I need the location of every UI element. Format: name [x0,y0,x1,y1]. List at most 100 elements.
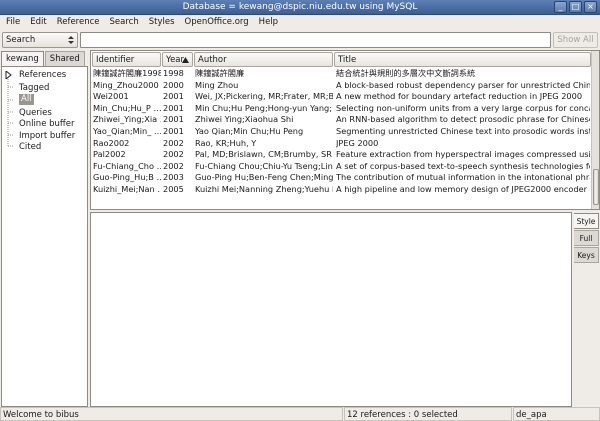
table-cell-identifier: 陳鐘誠許閣廉1998 [93,68,161,78]
table-row[interactable]: Guo-Ping_Hu;B … 2003 Guo-Ping Hu;Ben-Feng … [91,172,591,184]
table-row[interactable]: 陳鐘誠許閣廉1998 1998 陳鐘誠許閣廉 結合統計與規則的多層次中文斷詞系統 [91,68,591,80]
tree-item-all[interactable]: All [2,94,87,106]
scrollbar-thumb[interactable] [593,169,599,205]
reference-tree: References Tagged All Queries Online buf… [1,66,88,407]
table-cell-year: 2001 [163,91,184,102]
search-input[interactable] [80,32,551,48]
reference-table: Identifier Year Author Title 陳鐘誠許閣廉1998 1… [90,50,600,210]
table-cell-year: 2001 [163,126,184,136]
tree-item-label: Queries [19,108,52,118]
tab-keys[interactable]: Keys [574,247,599,263]
tree-item-label: References [19,70,67,80]
menu-file[interactable]: File [1,15,25,30]
tree-item-label: Online buffer [19,119,75,129]
updown-arrow-icon [68,36,74,44]
table-row[interactable]: Yao_Qian;Min_ … 2001 Yao Qian;Min Chu;Hu P… [91,126,591,138]
table-cell-title: 結合統計與規則的多層次中文斷詞系統 [336,68,476,78]
window-titlebar: Database = kewang@dspic.niu.edu.tw using… [0,0,600,15]
table-cell-identifier: Kuizhi_Mei;Nan … [93,184,161,194]
table-cell-author: Guo-Ping Hu;Ben-Feng Chen;Ming … [195,172,333,183]
table-row[interactable]: Pal2002 2002 Pal, MD;Brislawn, CM;Brumby, … [91,149,591,161]
table-row[interactable]: Fu-Chiang_Cho … 2002 Fu-Chiang Chou;Chiu-Y… [91,161,591,173]
column-header-year[interactable]: Year [162,52,193,67]
close-button[interactable]: × [584,1,597,13]
table-cell-author: Wei, JX;Pickering, MR;Frater, MR;B … [195,91,333,102]
column-header-author[interactable]: Author [194,52,333,67]
table-cell-identifier: Guo-Ping_Hu;B … [93,172,161,183]
table-cell-author: Kuizhi Mei;Nanning Zheng;Yuehu Liu [195,184,333,194]
table-cell-year: 2000 [163,79,184,90]
table-cell-identifier: Rao2002 [93,137,130,148]
expander-arrow-icon[interactable] [5,71,12,79]
table-row[interactable]: Ming_Zhou2000 2000 Ming Zhou A block-based … [91,80,591,92]
table-cell-year: 2002 [163,160,184,171]
reference-detail-pane [90,212,572,407]
table-row[interactable]: Wei2001 2001 Wei, JX;Pickering, MR;Frater,… [91,91,591,103]
menu-styles[interactable]: Styles [144,15,180,30]
table-cell-year: 2002 [163,149,184,160]
tab-kewang[interactable]: kewang [1,51,44,67]
table-cell-year: 2001 [163,102,184,113]
table-cell-identifier: Ming_Zhou2000 [93,79,159,90]
table-cell-author: Zhiwei Ying;Xiaohua Shi [195,114,294,125]
tree-item-label: Tagged [19,83,50,93]
search-toolbar: Search Show All [0,31,600,49]
table-row[interactable]: Rao2002 2002 Rao, KR;Huh, Y JPEG 2000 [91,138,591,150]
show-all-button[interactable]: Show All [553,32,598,48]
status-message: Welcome to bibus [0,407,343,421]
table-cell-title: The contribution of mutual information i… [336,172,590,183]
search-mode-value: Search [6,35,36,45]
column-header-title[interactable]: Title [334,52,591,67]
table-cell-author: Rao, KR;Huh, Y [195,137,257,148]
table-cell-title: JPEG 2000 [336,137,379,148]
table-cell-author: Pal, MD;Brislawn, CM;Brumby, SR [195,149,332,160]
table-cell-identifier: Pal2002 [93,149,126,160]
tree-item-tagged[interactable]: Tagged [2,82,87,94]
table-cell-year: 2001 [163,114,184,125]
tab-style[interactable]: Style [574,213,599,229]
database-tabs: kewang Shared [1,51,86,67]
menu-bar: File Edit Reference Search Styles OpenOf… [0,15,600,30]
table-cell-author: Min Chu;Hu Peng;Hong-yun Yang; … [195,102,333,113]
table-cell-identifier: Zhiwei_Ying;Xia … [93,114,161,125]
tab-shared[interactable]: Shared [44,51,85,66]
menu-openoffice[interactable]: OpenOffice.org [180,15,254,30]
tree-item-cited[interactable]: Cited [2,141,87,153]
tree-item-references[interactable]: References [2,69,87,81]
tree-item-label: All [19,94,34,105]
tab-full[interactable]: Full [574,230,599,246]
table-cell-identifier: Wei2001 [93,91,129,102]
table-cell-identifier: Yao_Qian;Min_ … [93,126,161,136]
maximize-button[interactable]: □ [569,1,582,13]
table-cell-title: An RNN-based algorithm to detect prosodi… [336,114,590,125]
window-title: Database = kewang@dspic.niu.edu.tw using… [182,2,418,12]
table-cell-title: A high pipeline and low memory design of… [336,184,588,194]
table-cell-author: Ming Zhou [195,79,239,90]
table-cell-year: 2002 [163,137,184,148]
table-cell-year: 2003 [163,172,184,183]
table-row[interactable]: Kuizhi_Mei;Nan … 2005 Kuizhi Mei;Nanning Z… [91,184,591,196]
sort-ascending-icon [182,57,189,63]
table-vertical-scrollbar[interactable] [591,51,599,209]
minimize-button[interactable]: _ [554,1,567,13]
table-cell-title: A set of corpus-based text-to-speech syn… [336,160,590,171]
menu-edit[interactable]: Edit [25,15,51,30]
menu-help[interactable]: Help [254,15,283,30]
table-row[interactable]: Zhiwei_Ying;Xia … 2001 Zhiwei Ying;Xiaohua… [91,114,591,126]
menu-reference[interactable]: Reference [52,15,105,30]
table-cell-title: Feature extraction from hyperspectral im… [336,149,590,160]
menu-search[interactable]: Search [105,15,144,30]
tree-item-online-buffer[interactable]: Online buffer [2,118,87,130]
table-row[interactable]: Min_Chu;Hu_P … 2001 Min Chu;Hu Peng;Hong-y… [91,103,591,115]
status-bar: Welcome to bibus 12 references : 0 selec… [0,407,600,421]
tree-item-label: Import buffer [19,131,76,141]
search-mode-select[interactable]: Search [2,32,78,48]
table-cell-title: A new method for boundary artefact reduc… [336,91,583,102]
table-cell-title: Segmenting unrestricted Chinese text int… [336,126,590,136]
table-cell-year: 2005 [163,184,184,194]
status-reference-count: 12 references : 0 selected [344,407,512,421]
table-cell-author: Fu-Chiang Chou;Chiu-Yu Tseng;Lin- … [195,160,333,171]
status-style: de_apa [513,407,600,421]
table-cell-author: 陳鐘誠許閣廉 [195,68,245,78]
column-header-identifier[interactable]: Identifier [92,52,161,67]
